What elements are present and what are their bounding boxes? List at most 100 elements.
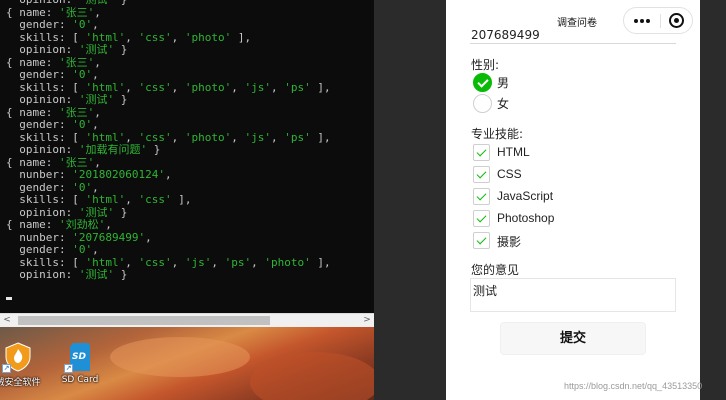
terminal-text: ],: [231, 31, 252, 44]
terminal-line: skills: [ 'html', 'css', 'photo', 'js', …: [6, 82, 374, 95]
terminal-line: skills: [ 'html', 'css', 'photo', 'js', …: [6, 132, 374, 145]
shortcut-arrow-icon: ↗: [64, 364, 73, 373]
terminal-text: ,: [251, 256, 265, 269]
terminal-string: 'css': [138, 31, 172, 44]
terminal-line: skills: [ 'html', 'css', 'js', 'ps', 'ph…: [6, 257, 374, 270]
wallpaper-shape: [110, 337, 250, 377]
desktop-shortcut-sd-card[interactable]: SD ↗ SD Card: [54, 341, 106, 385]
terminal-text: }: [114, 206, 128, 219]
terminal-text: gender:: [6, 244, 73, 256]
radio-label: 男: [497, 76, 510, 90]
terminal-text: skills: [: [6, 31, 86, 44]
terminal-text: gender:: [6, 19, 73, 31]
terminal-string: 'html': [85, 256, 126, 269]
terminal-text: opinion:: [6, 44, 79, 56]
terminal-text: ,: [211, 256, 225, 269]
terminal-line: opinion: '测试' }: [6, 44, 374, 57]
terminal-string: '张三': [58, 56, 95, 69]
terminal-text: { name:: [6, 156, 59, 169]
terminal-text: ,: [171, 131, 185, 144]
terminal-string: '测试': [78, 269, 115, 281]
terminal-output: opinion: '测试' }{ name: '张三', gender: '0'…: [6, 0, 374, 282]
number-input[interactable]: 207689499: [470, 26, 676, 44]
desktop-shortcut-security[interactable]: ↗ 绒安全软件: [0, 341, 44, 388]
terminal-window[interactable]: opinion: '测试' }{ name: '张三', gender: '0'…: [0, 0, 374, 313]
background-gutter: [374, 0, 446, 400]
terminal-string: 'css': [138, 131, 172, 144]
terminal-text: }: [114, 0, 128, 6]
terminal-text: ,: [171, 31, 185, 44]
terminal-cursor: [6, 297, 12, 300]
scrollbar-thumb[interactable]: [18, 316, 270, 325]
number-input-value: 207689499: [471, 28, 540, 42]
opinion-text: 测试: [473, 284, 498, 298]
terminal-string: '测试': [78, 94, 115, 106]
terminal-text: ,: [92, 69, 99, 81]
terminal-line: { name: '刘劲松',: [6, 219, 374, 232]
radio-checked-icon[interactable]: [473, 73, 492, 92]
scroll-left-arrow-icon[interactable]: <: [0, 314, 14, 327]
terminal-text: nunber:: [6, 231, 73, 244]
terminal-text: ,: [94, 106, 101, 119]
terminal-string: 'html': [85, 81, 126, 94]
terminal-text: opinion:: [6, 0, 79, 6]
terminal-text: skills: [: [6, 131, 86, 144]
terminal-text: }: [114, 269, 128, 281]
terminal-line: opinion: '测试' }: [6, 94, 374, 107]
shortcut-arrow-icon: ↗: [2, 364, 11, 373]
checkbox-label: 摄影: [497, 235, 522, 249]
terminal-text: }: [114, 94, 128, 106]
terminal-string: '0': [72, 244, 93, 256]
checkbox-check-icon[interactable]: [473, 210, 490, 227]
desktop-icon-label: SD Card: [61, 375, 99, 385]
terminal-line: gender: '0',: [6, 69, 374, 82]
terminal-text: { name:: [6, 56, 59, 69]
terminal-text: ,: [92, 119, 99, 131]
terminal-text: opinion:: [6, 206, 79, 219]
terminal-text: opinion:: [6, 269, 79, 281]
terminal-text: ],: [310, 256, 331, 269]
terminal-text: ,: [125, 31, 139, 44]
checkbox-label: JavaScript: [497, 189, 554, 203]
terminal-text: ],: [310, 81, 331, 94]
security-software-icon: ↗: [2, 341, 34, 373]
checkbox-label: CSS: [497, 167, 522, 181]
terminal-text: ,: [92, 181, 99, 194]
checkbox-check-icon[interactable]: [473, 166, 490, 183]
terminal-string: 'css': [138, 194, 172, 206]
terminal-string: '0': [72, 119, 93, 131]
terminal-line: { name: '张三',: [6, 107, 374, 120]
terminal-horizontal-scrollbar[interactable]: < >: [0, 313, 374, 327]
terminal-string: '加载有问题': [78, 144, 148, 156]
terminal-string: 'js': [244, 81, 271, 94]
terminal-string: '刘劲松': [58, 219, 106, 231]
terminal-line: gender: '0',: [6, 244, 374, 257]
terminal-string: 'photo': [184, 131, 232, 144]
terminal-string: 'js': [184, 256, 212, 269]
watermark: https://blog.csdn.net/qq_43513350: [564, 381, 703, 391]
terminal-text: ,: [145, 231, 152, 244]
terminal-text: gender:: [6, 119, 73, 131]
terminal-text: ,: [270, 81, 285, 94]
terminal-text: ,: [92, 19, 99, 31]
checkbox-check-icon[interactable]: [473, 188, 490, 205]
checkbox-check-icon[interactable]: [473, 144, 490, 161]
terminal-string: 'css': [138, 256, 172, 269]
radio-unchecked-icon[interactable]: [473, 94, 492, 113]
terminal-line: opinion: '测试' }: [6, 269, 374, 282]
background-gutter: [700, 0, 726, 400]
terminal-string: '张三': [58, 156, 95, 169]
terminal-string: '张三': [58, 106, 95, 119]
terminal-string: '测试': [78, 44, 115, 56]
checkbox-label: Photoshop: [497, 211, 555, 225]
terminal-string: 'photo': [264, 256, 311, 269]
terminal-string: 'photo': [184, 31, 232, 44]
opinion-textarea[interactable]: 测试: [470, 278, 676, 312]
terminal-text: ,: [94, 56, 101, 69]
terminal-string: 'ps': [224, 256, 252, 269]
terminal-line: gender: '0',: [6, 119, 374, 132]
terminal-string: 'ps': [284, 81, 311, 94]
scroll-right-arrow-icon[interactable]: >: [360, 314, 374, 327]
checkbox-check-icon[interactable]: [473, 232, 490, 249]
submit-button[interactable]: 提交: [500, 322, 646, 355]
